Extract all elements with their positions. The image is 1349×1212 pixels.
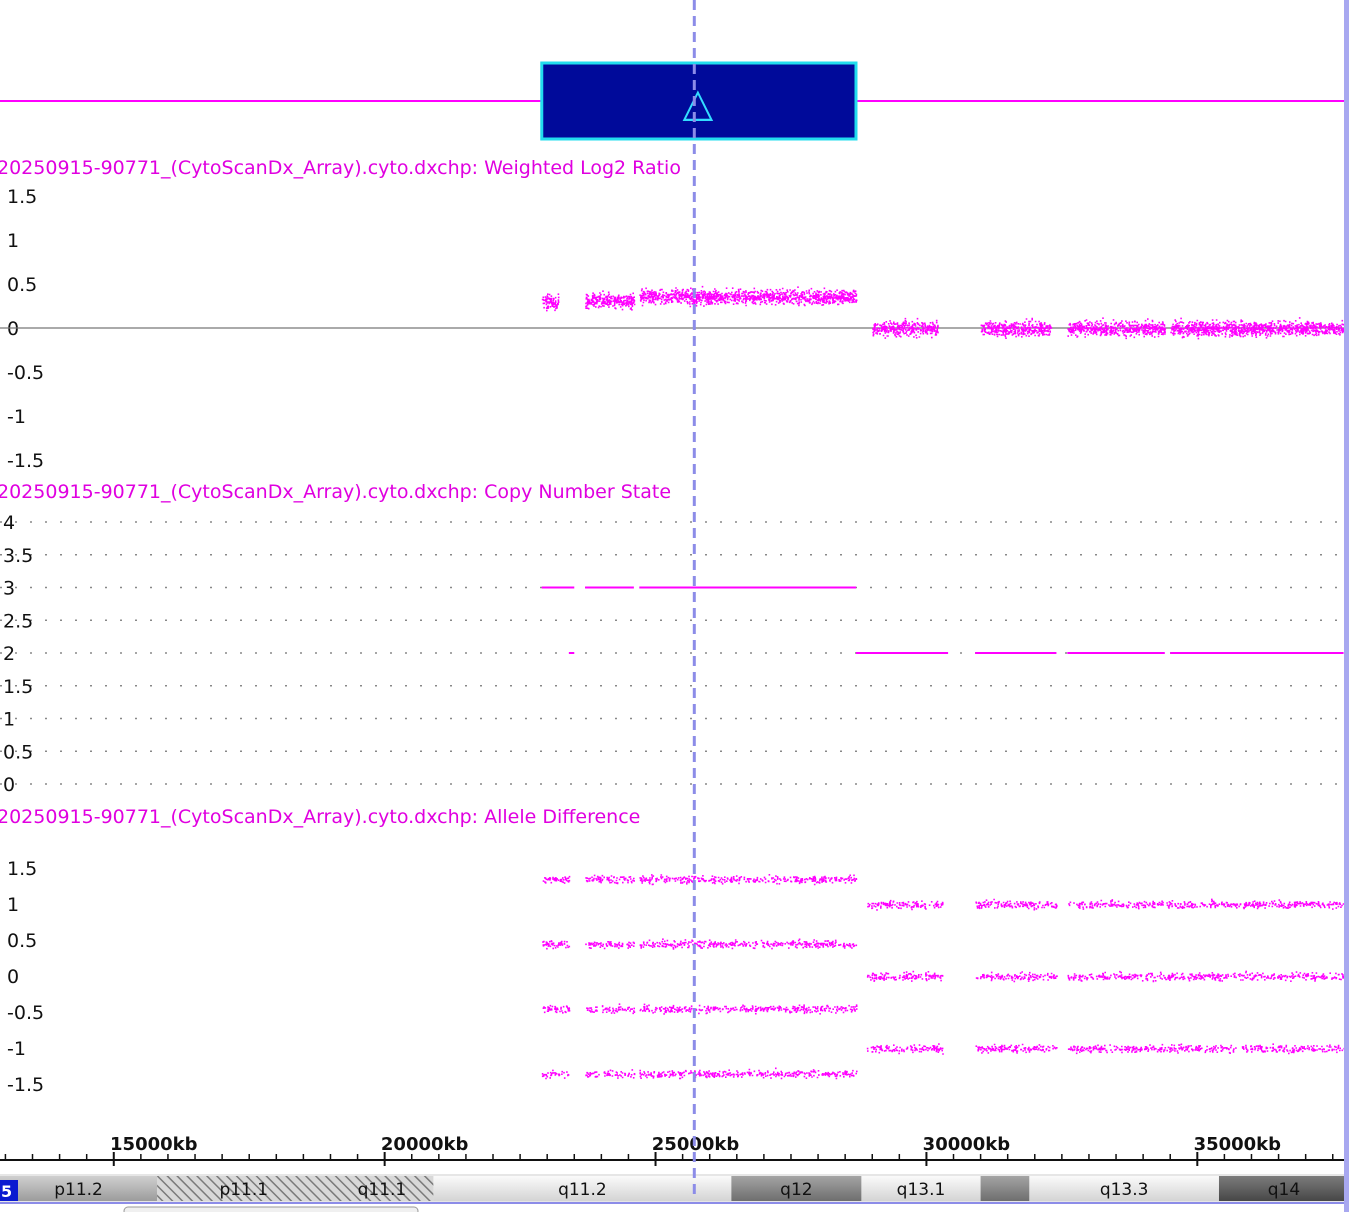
log2-ratio-track-title: 20250915-90771_(CytoScanDx_Array).cyto.d… <box>0 157 681 179</box>
copy-number-y-tick: 0 <box>3 774 15 796</box>
copy-number-y-tick: 1.5 <box>3 676 33 698</box>
chromosome-ideogram[interactable]: p11.2 p11.1 q11.1 q11.2 q12 q13.1 q13.3 q14 5 <box>0 1174 1349 1212</box>
allele-difference-y-tick: 0.5 <box>7 930 37 952</box>
log2-ratio-y-tick: 1 <box>7 230 19 252</box>
log2-ratio-point-cloud <box>1170 317 1346 340</box>
log2-ratio-points <box>541 285 1346 340</box>
position-tick-label: 15000kb <box>110 1134 198 1155</box>
copy-number-browser-view[interactable]: △ 20250915-90771_(CytoScanDx_Array).cyto… <box>0 0 1349 1212</box>
copy-number-state-track: 20250915-90771_(CytoScanDx_Array).cyto.d… <box>0 481 1344 796</box>
allele-difference-y-tick: -1 <box>7 1038 26 1060</box>
log2-ratio-y-tick: -1.5 <box>7 450 44 472</box>
log2-ratio-y-tick: 0 <box>7 318 19 340</box>
chromosome-number: 5 <box>1 1182 12 1201</box>
horizontal-scrollbar[interactable] <box>123 1206 419 1212</box>
log2-ratio-y-tick: -0.5 <box>7 362 44 384</box>
copy-number-y-tick: 0.5 <box>3 741 33 763</box>
log2-ratio-y-axis: 1.5 1 0.5 0 -0.5 -1 -1.5 <box>7 186 44 472</box>
log2-ratio-point-cloud <box>980 317 1053 339</box>
log2-ratio-point-cloud <box>541 293 560 312</box>
ideogram-band-label: p11.1 <box>219 1180 268 1200</box>
log2-ratio-y-tick: 1.5 <box>7 186 37 208</box>
view-right-border <box>1344 0 1349 1212</box>
allele-difference-point-band <box>867 898 1345 911</box>
allele-difference-points <box>541 874 1345 1080</box>
log2-ratio-y-tick: 0.5 <box>7 274 37 296</box>
allele-difference-point-band <box>542 938 858 950</box>
allele-difference-track-title: 20250915-90771_(CytoScanDx_Array).cyto.d… <box>0 806 640 828</box>
allele-difference-point-band <box>542 1003 858 1015</box>
ideogram-band-label: p11.2 <box>54 1180 103 1200</box>
ideogram-band-label: q12 <box>780 1180 812 1200</box>
log2-ratio-point-cloud <box>639 285 858 308</box>
copy-number-y-tick: 2 <box>3 643 15 665</box>
copy-number-y-tick: 2.5 <box>3 610 33 632</box>
ideogram-band-label: q13.3 <box>1100 1180 1149 1200</box>
ideogram-bands: p11.2 p11.1 q11.1 q11.2 q12 q13.1 q13.3 q14 <box>0 1176 1349 1201</box>
allele-difference-y-axis: 1.5 1 0.5 0 -0.5 -1 -1.5 <box>7 858 44 1096</box>
allele-difference-point-band <box>866 970 1345 983</box>
allele-difference-y-tick: -0.5 <box>7 1002 44 1024</box>
allele-difference-track: 20250915-90771_(CytoScanDx_Array).cyto.d… <box>0 806 1345 1096</box>
copy-number-y-tick: 4 <box>3 512 15 534</box>
position-tick-label: 35000kb <box>1194 1134 1282 1155</box>
triangle-up-icon: △ <box>682 80 713 126</box>
allele-difference-point-band <box>866 1043 1345 1055</box>
ideogram-band-label: q11.2 <box>558 1180 607 1200</box>
ideogram-band-label: q14 <box>1268 1180 1300 1200</box>
log2-ratio-track: 20250915-90771_(CytoScanDx_Array).cyto.d… <box>0 157 1349 472</box>
allele-difference-y-tick: 1 <box>7 894 19 916</box>
ideogram-band <box>980 1176 1030 1201</box>
allele-difference-y-tick: -1.5 <box>7 1074 44 1096</box>
copy-number-y-tick: 3 <box>3 578 15 600</box>
copy-number-y-axis: 4 3.5 3 2.5 2 1.5 1 0.5 0 <box>3 512 33 796</box>
allele-difference-point-band <box>541 1067 858 1080</box>
copy-number-y-tick: 3.5 <box>3 545 33 567</box>
copy-number-y-tick: 1 <box>3 709 15 731</box>
copy-number-segments <box>541 586 1344 654</box>
allele-difference-y-tick: 0 <box>7 966 19 988</box>
copy-number-track-title: 20250915-90771_(CytoScanDx_Array).cyto.d… <box>0 481 671 503</box>
segment-track: △ <box>0 61 1349 141</box>
position-tick-label: 30000kb <box>923 1134 1011 1155</box>
ideogram-band-label: q11.1 <box>358 1180 407 1200</box>
log2-ratio-point-cloud <box>585 290 636 311</box>
log2-ratio-y-tick: -1 <box>7 406 26 428</box>
position-axis: 15000kb20000kb25000kb30000kb35000kb <box>0 1134 1349 1166</box>
allele-difference-y-tick: 1.5 <box>7 858 37 880</box>
ideogram-band-label: q13.1 <box>897 1180 946 1200</box>
allele-difference-point-band <box>542 874 858 886</box>
position-tick-label: 20000kb <box>381 1134 469 1155</box>
